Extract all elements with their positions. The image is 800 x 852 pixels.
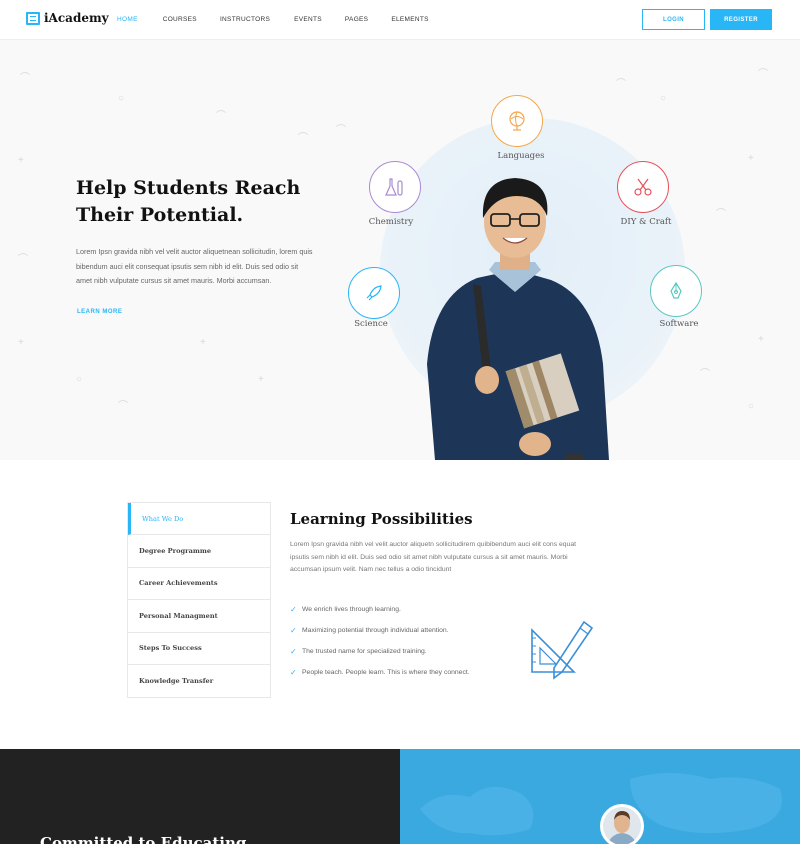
decor-mark: ⌒ [336,125,346,136]
software-circle[interactable] [650,265,702,317]
nav-courses[interactable]: COURSES [163,16,197,23]
science-label: Science [354,319,388,329]
list-item-text: The trusted name for specialized trainin… [302,648,427,655]
check-icon: ✓ [290,626,297,635]
login-button[interactable]: LOGIN [642,9,705,30]
decor-mark: ○ [748,401,755,412]
nav-elements[interactable]: ELEMENTS [391,16,428,23]
hero-section: ⌒ ○ + ⌒ ⌒ + ○ ⌒ + + ⌒ ⌒ ⌒ ○ + ⌒ + ⌒ ○ ⌒ … [0,40,800,460]
decor-mark: ⌒ [20,73,30,84]
student-photo [427,178,609,460]
header: iAcademy HOME COURSES INSTRUCTORS EVENTS… [0,0,800,40]
list-item-text: People teach. People learn. This is wher… [302,669,470,676]
hero-text: Lorem Ipsn gravida nibh vel velit auctor… [76,247,313,285]
list-item: ✓ We enrich lives through learning. [290,599,470,620]
decor-mark: ⌒ [118,401,128,412]
languages-circle[interactable] [491,95,543,147]
decor-mark: + [200,337,206,348]
check-icon: ✓ [290,605,297,614]
software-label: Software [659,319,699,329]
nav-events[interactable]: EVENTS [294,16,322,23]
languages-label: Languages [497,151,545,161]
scissors-icon [634,178,652,196]
pen-nib-icon [670,281,682,299]
blue-band [400,749,800,844]
check-icon: ✓ [290,647,297,656]
diy-craft-circle[interactable] [617,161,669,213]
decor-mark: ○ [118,93,125,104]
main-nav: HOME COURSES INSTRUCTORS EVENTS PAGES EL… [117,16,429,23]
globe-icon [509,111,525,131]
section-title: Learning Possibilities [290,510,473,528]
tab-list: What We Do Degree Programme Career Achie… [127,502,271,699]
decor-mark: ⌒ [716,209,726,220]
list-item: ✓ People teach. People learn. This is whe… [290,662,470,683]
learn-more-link[interactable]: LEARN MORE [77,309,122,315]
section-text: Lorem Ipsn gravida nibh vel velit auctor… [290,541,577,573]
decor-mark: ⌒ [298,133,308,144]
decor-mark: + [18,337,24,348]
register-button[interactable]: REGISTER [710,9,772,30]
tab-knowledge-transfer[interactable]: Knowledge Transfer [128,665,270,697]
nav-home[interactable]: HOME [117,16,138,23]
book-icon [26,11,40,25]
tab-steps-to-success[interactable]: Steps To Success [128,633,270,665]
logo[interactable]: iAcademy [26,11,109,25]
hero-title-line1: Help Students Reach [76,177,301,199]
logo-text: iAcademy [44,11,109,25]
decor-mark: ⌒ [216,111,226,122]
decor-mark: + [758,334,764,345]
learning-section: What We Do Degree Programme Career Achie… [0,460,800,750]
chemistry-label: Chemistry [368,217,414,227]
committed-title: Committed to Educating [40,834,247,852]
chemistry-circle[interactable] [369,161,421,213]
hero-title: Help Students Reach Their Potential. [76,175,316,229]
decor-mark: ○ [660,93,667,104]
decor-mark: + [748,153,754,164]
decor-mark: ⌒ [700,369,710,380]
instructor-photo [603,807,641,844]
list-item-text: We enrich lives through learning. [302,606,401,613]
decor-mark: ○ [76,374,83,385]
tab-what-we-do[interactable]: What We Do [128,503,270,536]
list-item-text: Maximizing potential through individual … [302,627,449,634]
science-circle[interactable] [348,267,400,319]
decor-mark: + [258,374,264,385]
drafting-tools-icon [531,620,594,680]
list-item: ✓ Maximizing potential through individual… [290,620,470,641]
tab-degree-programme[interactable]: Degree Programme [128,535,270,568]
hero-title-line2: Their Potential. [76,204,244,226]
decor-mark: ⌒ [758,69,768,80]
decor-mark: ⌒ [18,254,28,265]
decor-mark: + [18,155,24,166]
flask-icon [385,178,403,196]
diy-craft-label: DIY & Craft [620,217,672,227]
rocket-icon [366,285,382,301]
check-list: ✓ We enrich lives through learning. ✓ Maxi… [290,599,470,683]
avatar [600,804,644,844]
tab-personal-managment[interactable]: Personal Managment [128,600,270,633]
tab-career-achievements[interactable]: Career Achievements [128,568,270,601]
nav-instructors[interactable]: INSTRUCTORS [220,16,270,23]
list-item: ✓ The trusted name for specialized traini… [290,641,470,662]
nav-pages[interactable]: PAGES [345,16,368,23]
check-icon: ✓ [290,668,297,677]
dark-band: Committed to Educating [0,749,400,852]
decor-mark: ⌒ [616,79,626,90]
